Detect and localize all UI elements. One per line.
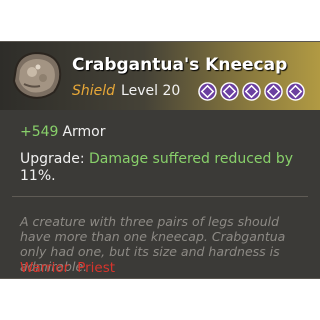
divider (12, 196, 308, 197)
upgrade-label: Upgrade: (20, 151, 85, 167)
empty-gem-slot-icon (286, 82, 305, 101)
upgrade-effect: Damage suffered reduced by (89, 151, 294, 167)
class-priest: Priest (77, 260, 116, 276)
empty-gem-slot-icon (242, 82, 261, 101)
item-tooltip: Crabgantua's Kneecap Shield Level 20 +549… (0, 41, 320, 279)
armor-value: +549 (20, 124, 59, 140)
upgrade-value: 11%. (20, 168, 56, 184)
empty-gem-slot-icon (198, 82, 217, 101)
rocky-shield-icon (12, 51, 62, 99)
tooltip-header: Crabgantua's Kneecap Shield Level 20 (0, 42, 320, 110)
upgrade-text-block: Upgrade: Damage suffered reduced by 11%. (20, 151, 310, 185)
empty-gem-slot-icon (264, 82, 283, 101)
class-restrictions: Warrior Priest (20, 260, 115, 276)
armor-stat: +549 Armor (20, 124, 106, 140)
item-level: Level 20 (121, 83, 181, 99)
item-type: Shield (72, 83, 116, 99)
type-level-line: Shield Level 20 (72, 83, 180, 99)
armor-label: Armor (62, 124, 106, 140)
gem-slot-row (198, 82, 305, 102)
class-warrior: Warrior (20, 260, 70, 276)
item-name: Crabgantua's Kneecap (72, 55, 288, 75)
empty-gem-slot-icon (220, 82, 239, 101)
